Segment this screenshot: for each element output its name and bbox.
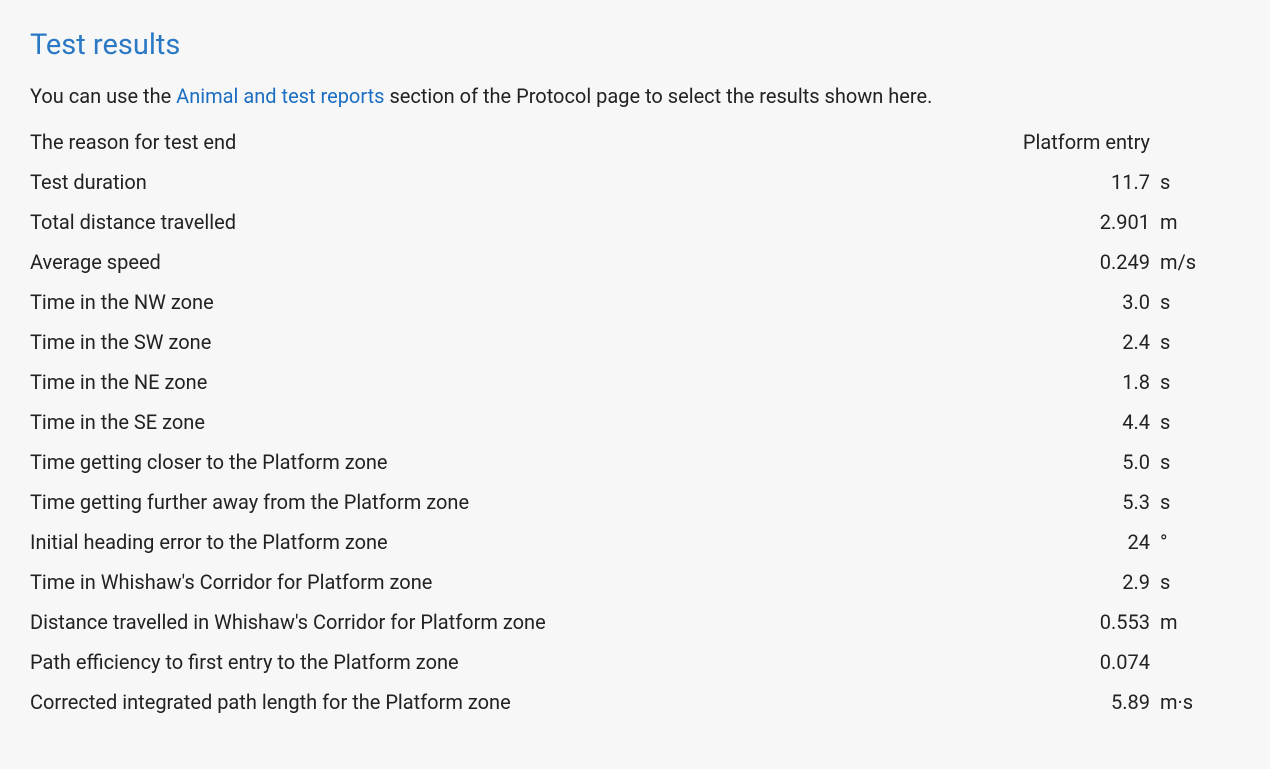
row-value: 5.89 bbox=[1000, 690, 1160, 714]
row-label: Average speed bbox=[30, 250, 1000, 274]
intro-text-after: section of the Protocol page to select t… bbox=[384, 84, 932, 108]
row-unit: s bbox=[1160, 410, 1210, 434]
row-unit: s bbox=[1160, 490, 1210, 514]
table-row: Average speed 0.249 m/s bbox=[30, 242, 1210, 282]
results-table: The reason for test end Platform entry T… bbox=[30, 122, 1210, 722]
table-row: Time in Whishaw's Corridor for Platform … bbox=[30, 562, 1210, 602]
row-unit: s bbox=[1160, 570, 1210, 594]
row-label: The reason for test end bbox=[30, 130, 1000, 154]
table-row: Time in the NW zone 3.0 s bbox=[30, 282, 1210, 322]
intro-text-before: You can use the bbox=[30, 84, 176, 108]
row-value: 0.074 bbox=[1000, 650, 1160, 674]
animal-test-reports-link[interactable]: Animal and test reports bbox=[176, 84, 384, 108]
table-row: The reason for test end Platform entry bbox=[30, 122, 1210, 162]
row-unit: ° bbox=[1160, 530, 1210, 554]
row-unit: s bbox=[1160, 370, 1210, 394]
row-value: 0.553 bbox=[1000, 610, 1160, 634]
table-row: Time in the SE zone 4.4 s bbox=[30, 402, 1210, 442]
row-unit: s bbox=[1160, 330, 1210, 354]
table-row: Time in the NE zone 1.8 s bbox=[30, 362, 1210, 402]
row-value: 5.0 bbox=[1000, 450, 1160, 474]
row-label: Time getting further away from the Platf… bbox=[30, 490, 1000, 514]
table-row: Time getting further away from the Platf… bbox=[30, 482, 1210, 522]
row-value: Platform entry bbox=[1000, 130, 1160, 154]
row-value: 5.3 bbox=[1000, 490, 1160, 514]
row-unit: s bbox=[1160, 290, 1210, 314]
section-title: Test results bbox=[30, 28, 1240, 62]
table-row: Path efficiency to first entry to the Pl… bbox=[30, 642, 1210, 682]
table-row: Distance travelled in Whishaw's Corridor… bbox=[30, 602, 1210, 642]
row-unit: m bbox=[1160, 610, 1210, 634]
row-label: Time in the NW zone bbox=[30, 290, 1000, 314]
row-value: 0.249 bbox=[1000, 250, 1160, 274]
table-row: Corrected integrated path length for the… bbox=[30, 682, 1210, 722]
row-label: Time in the SE zone bbox=[30, 410, 1000, 434]
row-value: 1.8 bbox=[1000, 370, 1160, 394]
row-label: Test duration bbox=[30, 170, 1000, 194]
row-label: Total distance travelled bbox=[30, 210, 1000, 234]
table-row: Test duration 11.7 s bbox=[30, 162, 1210, 202]
row-unit: m·s bbox=[1160, 690, 1210, 714]
intro-paragraph: You can use the Animal and test reports … bbox=[30, 84, 1240, 108]
row-unit: m bbox=[1160, 210, 1210, 234]
row-value: 24 bbox=[1000, 530, 1160, 554]
row-label: Time getting closer to the Platform zone bbox=[30, 450, 1000, 474]
table-row: Time getting closer to the Platform zone… bbox=[30, 442, 1210, 482]
row-value: 2.4 bbox=[1000, 330, 1160, 354]
row-unit: s bbox=[1160, 170, 1210, 194]
row-label: Initial heading error to the Platform zo… bbox=[30, 530, 1000, 554]
table-row: Time in the SW zone 2.4 s bbox=[30, 322, 1210, 362]
row-label: Time in Whishaw's Corridor for Platform … bbox=[30, 570, 1000, 594]
row-value: 11.7 bbox=[1000, 170, 1160, 194]
table-row: Initial heading error to the Platform zo… bbox=[30, 522, 1210, 562]
table-row: Total distance travelled 2.901 m bbox=[30, 202, 1210, 242]
row-label: Path efficiency to first entry to the Pl… bbox=[30, 650, 1000, 674]
row-value: 4.4 bbox=[1000, 410, 1160, 434]
row-unit: s bbox=[1160, 450, 1210, 474]
row-unit: m/s bbox=[1160, 250, 1210, 274]
row-label: Time in the NE zone bbox=[30, 370, 1000, 394]
row-label: Distance travelled in Whishaw's Corridor… bbox=[30, 610, 1000, 634]
row-label: Time in the SW zone bbox=[30, 330, 1000, 354]
row-value: 2.9 bbox=[1000, 570, 1160, 594]
row-value: 3.0 bbox=[1000, 290, 1160, 314]
row-value: 2.901 bbox=[1000, 210, 1160, 234]
row-label: Corrected integrated path length for the… bbox=[30, 690, 1000, 714]
